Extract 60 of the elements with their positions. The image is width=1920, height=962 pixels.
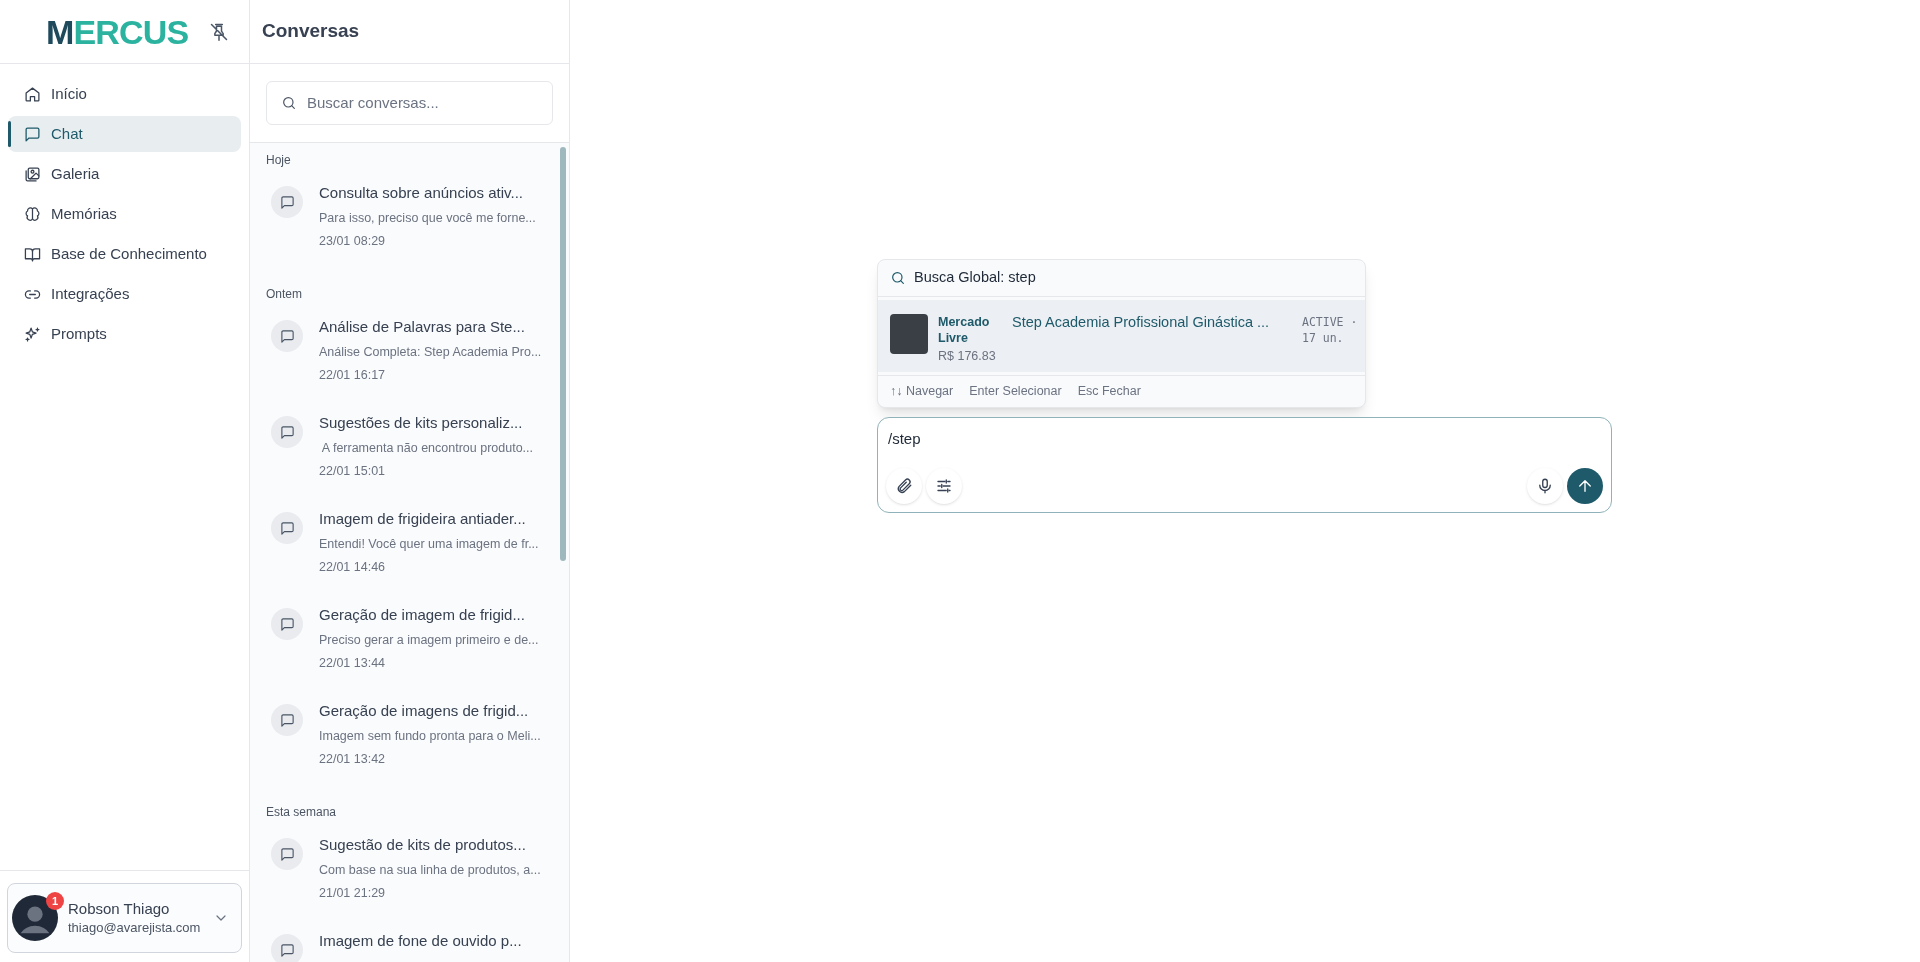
chat-icon <box>24 125 41 143</box>
nav-item[interactable]: Memórias <box>8 196 241 232</box>
nav-item[interactable]: Prompts <box>8 316 241 352</box>
sparkles-icon <box>24 325 41 343</box>
user-email: thiago@avarejista.com <box>68 919 202 937</box>
chat-icon <box>279 846 295 862</box>
chat-icon <box>279 424 295 440</box>
nav-item[interactable]: Integrações <box>8 276 241 312</box>
panel-title: Conversas <box>262 19 360 44</box>
scrollbar[interactable] <box>560 147 566 561</box>
microphone-icon <box>1536 477 1554 495</box>
message-input[interactable]: /step <box>886 426 1603 450</box>
paperclip-icon <box>895 477 913 495</box>
keyboard-hint: Enter Selecionar <box>969 383 1062 401</box>
attach-button[interactable] <box>886 468 922 504</box>
send-button[interactable] <box>1567 468 1603 504</box>
search-result[interactable]: Mercado Livre R$ 176.83 Step Academia Profissional Ginástica ... ACTIVE · 17 un. <box>878 300 1365 372</box>
conversation-item[interactable]: Geração de imagens de frigid... Imagem sem fundo pronta para o Meli... 22/01 13:42 <box>266 697 549 793</box>
pin-off-icon <box>209 21 229 42</box>
book-icon <box>24 245 41 263</box>
chat-icon <box>279 520 295 536</box>
chat-icon <box>279 712 295 728</box>
user-menu-button[interactable]: 1 Robson Thiago thiago@avarejista.com <box>7 883 242 953</box>
nav-item[interactable]: Galeria <box>8 156 241 192</box>
nav-item[interactable]: Início <box>8 76 241 112</box>
brain-icon <box>24 205 41 223</box>
user-name: Robson Thiago <box>68 899 171 919</box>
popup-title: Busca Global: step <box>914 268 1036 288</box>
conversation-item[interactable]: Sugestões de kits personaliz... A ferramenta não encontrou produto... 22/01 15:01 <box>266 409 549 505</box>
conversation-item[interactable]: Sugestão de kits de produtos... Com base na sua linha de produtos, a... 21/01 21:29 <box>266 831 549 927</box>
sliders-icon <box>935 477 953 495</box>
microphone-button[interactable] <box>1527 468 1563 504</box>
search-icon <box>281 95 297 111</box>
home-icon <box>24 85 41 103</box>
logo: MERCUS <box>46 14 189 49</box>
chat-icon <box>279 942 295 958</box>
conversation-item[interactable]: Consulta sobre anúncios ativ... Para isso, preciso que você me forne... 23/01 08:29 <box>266 179 549 275</box>
chat-icon <box>279 616 295 632</box>
settings-button[interactable] <box>926 468 962 504</box>
gallery-icon <box>24 165 41 183</box>
group-label: Esta semana <box>266 804 338 821</box>
keyboard-hint: ↑↓ Navegar <box>890 383 954 401</box>
group-label: Ontem <box>266 286 303 303</box>
conversation-item[interactable]: Imagem de fone de ouvido p... <box>266 927 549 962</box>
nav-item[interactable]: Base de Conhecimento <box>8 236 241 272</box>
conversation-item[interactable]: Análise de Palavras para Ste... Análise Completa: Step Academia Pro... 22/01 16:17 <box>266 313 549 409</box>
nav-item[interactable]: Chat <box>8 116 241 152</box>
notification-badge: 1 <box>46 892 64 910</box>
conversation-item[interactable]: Geração de imagem de frigid... Preciso gerar a imagem primeiro e de... 22/01 13:44 <box>266 601 549 697</box>
group-label: Hoje <box>266 152 292 169</box>
keyboard-hint: Esc Fechar <box>1077 383 1141 401</box>
arrow-up-icon <box>1576 477 1594 495</box>
conversation-item[interactable]: Imagem de frigideira antiader... Entendi! Você quer uma imagem de fr... 22/01 14:46 <box>266 505 549 601</box>
chat-icon <box>279 328 295 344</box>
photo-placeholder <box>890 314 928 354</box>
unpin-button[interactable] <box>209 21 229 42</box>
search-box[interactable]: Buscar conversas... <box>266 81 553 125</box>
search-icon <box>890 270 906 286</box>
chat-icon <box>279 194 295 210</box>
avatar-icon <box>12 895 58 941</box>
